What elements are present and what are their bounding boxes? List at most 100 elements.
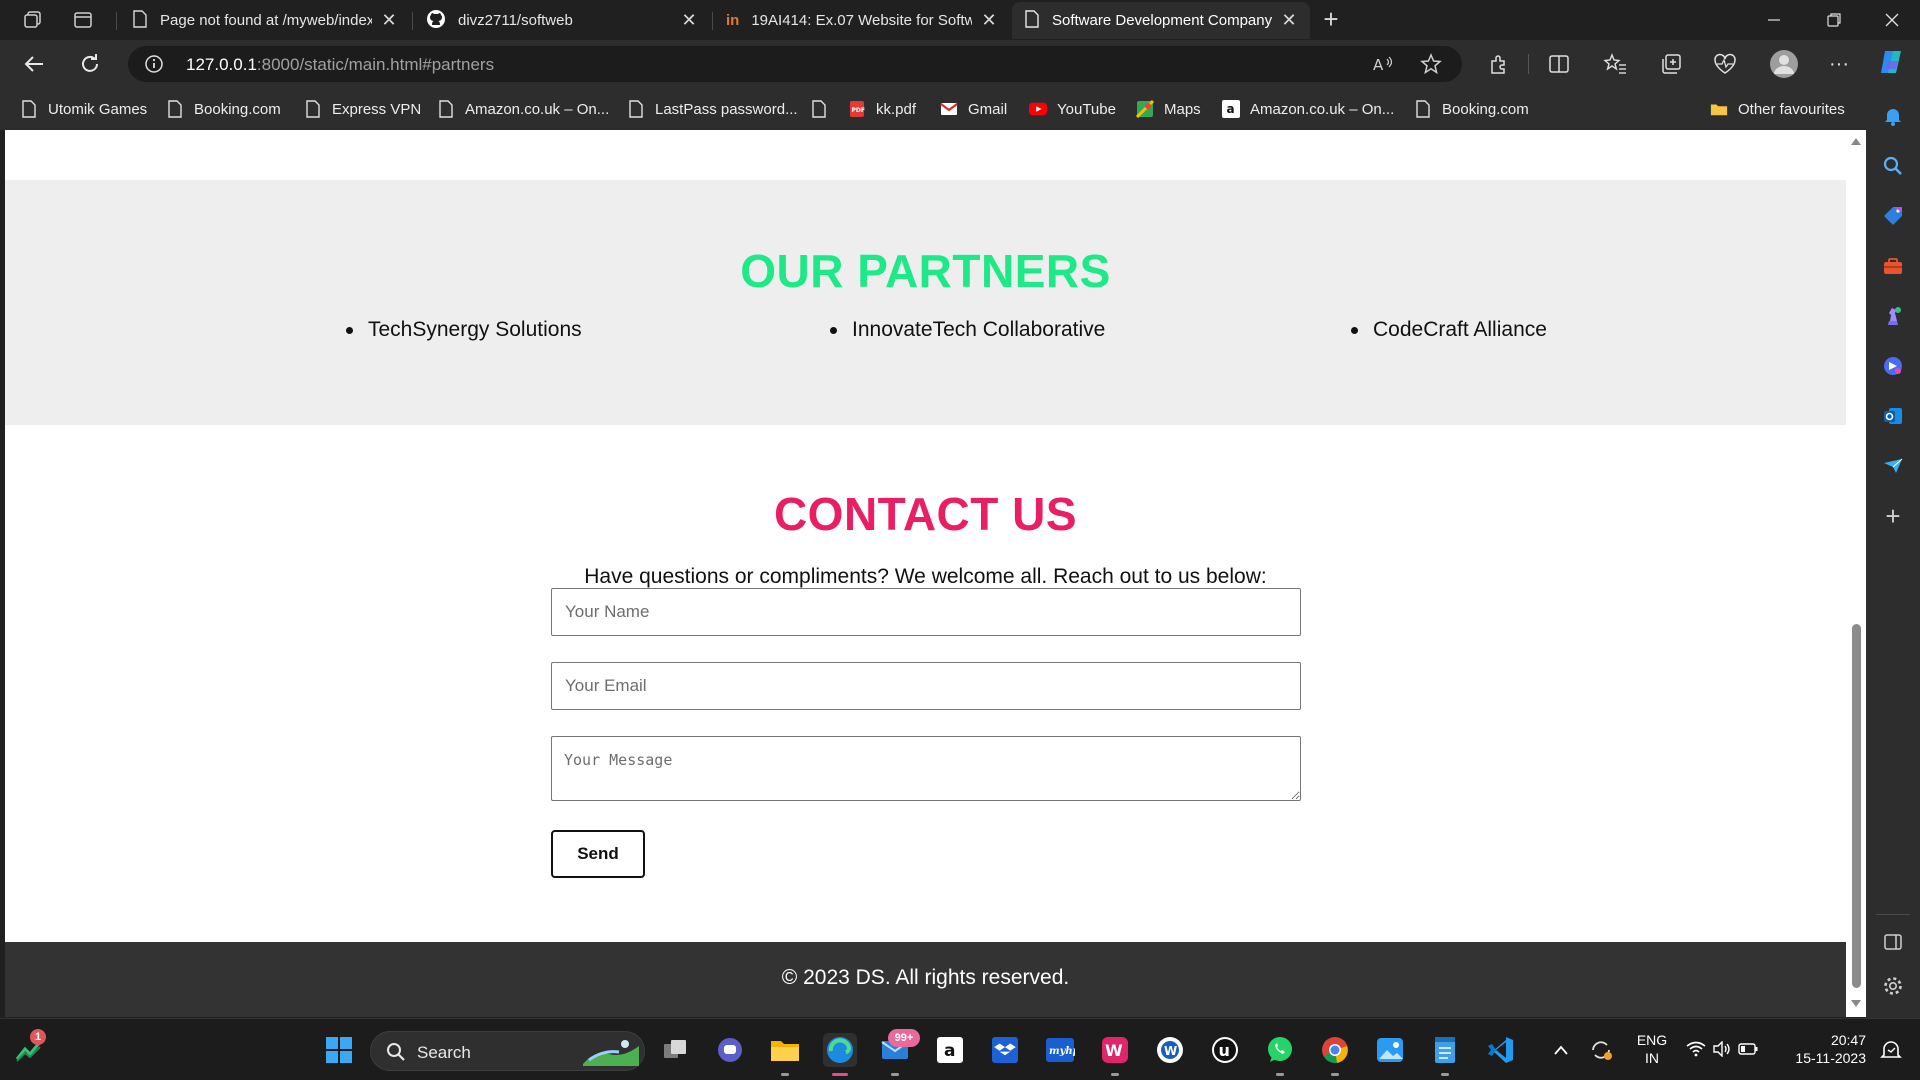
notepad-icon[interactable] [1428, 1033, 1462, 1067]
copilot-icon[interactable] [1876, 48, 1906, 76]
other-favourites-folder[interactable]: Other favourites [1710, 98, 1845, 120]
clock[interactable]: 20:47 15-11-2023 [1782, 1031, 1866, 1067]
chrome-icon[interactable] [1318, 1033, 1352, 1067]
whatsapp-icon[interactable] [1263, 1033, 1297, 1067]
page-scrollbar[interactable] [1846, 130, 1866, 1017]
svg-text:myhp: myhp [1049, 1046, 1075, 1057]
send-to-phone-icon[interactable] [1879, 452, 1907, 480]
search-icon[interactable] [1879, 152, 1907, 180]
tab-19ai414[interactable]: in 19AI414: Ex.07 Website for Softw ✕ [714, 2, 1010, 39]
bookmarks-bar: Utomik Games Booking.com Express VPN Ama… [0, 88, 1866, 130]
new-tab-button[interactable]: + [1316, 6, 1346, 34]
notification-center-icon[interactable] [1874, 1033, 1908, 1067]
bookmark-amazon-2[interactable]: a Amazon.co.uk – On... [1222, 98, 1394, 120]
minimize-button[interactable] [1746, 0, 1802, 40]
running-indicator [1441, 1073, 1449, 1076]
svg-text:u: u [1219, 1041, 1230, 1060]
photos-icon[interactable] [1373, 1033, 1407, 1067]
restore-button[interactable] [1806, 0, 1862, 40]
start-windows-icon[interactable] [322, 1033, 356, 1067]
split-screen-icon[interactable] [1544, 50, 1574, 78]
tab-actions-icon[interactable] [66, 6, 100, 34]
url-text[interactable]: 127.0.0.1:8000/static/main.html#partners [186, 55, 494, 75]
games-chess-icon[interactable] [1879, 302, 1907, 330]
region-code: IN [1645, 1050, 1659, 1066]
bookmark-lastpass[interactable]: LastPass password... [627, 98, 798, 120]
word-like-app-icon[interactable]: W [1153, 1033, 1187, 1067]
language-code: ENG [1636, 1032, 1668, 1048]
back-button[interactable] [16, 48, 52, 80]
unreal-engine-icon[interactable]: u [1208, 1033, 1242, 1067]
collections-icon[interactable] [1656, 50, 1686, 78]
navigation-bar: 127.0.0.1:8000/static/main.html#partners… [0, 40, 1920, 88]
shopping-tag-icon[interactable] [1879, 202, 1907, 230]
file-explorer-icon[interactable] [768, 1033, 802, 1067]
profile-avatar[interactable] [1768, 48, 1800, 80]
bookmark-untitled[interactable] [810, 98, 838, 120]
vscode-icon[interactable] [1483, 1033, 1517, 1067]
bookmark-utomik-games[interactable]: Utomik Games [20, 98, 147, 120]
name-field[interactable] [551, 588, 1301, 636]
address-bar[interactable]: 127.0.0.1:8000/static/main.html#partners… [128, 46, 1462, 82]
hide-sidebar-icon[interactable] [1879, 928, 1907, 956]
extensions-icon[interactable] [1484, 50, 1514, 78]
dropbox-icon[interactable] [988, 1033, 1022, 1067]
language-indicator[interactable]: ENG IN [1630, 1031, 1674, 1067]
bookmark-kk-pdf[interactable]: PDF kk.pdf [848, 98, 916, 120]
amazon-app-icon[interactable]: a [933, 1033, 967, 1067]
taskbar-search[interactable]: Search [370, 1031, 645, 1071]
task-view-icon[interactable] [658, 1033, 692, 1067]
bookmark-gmail[interactable]: Gmail [940, 98, 1007, 120]
close-icon[interactable]: ✕ [380, 10, 398, 31]
sync-status-icon[interactable] [1584, 1033, 1618, 1067]
tools-briefcase-icon[interactable] [1879, 252, 1907, 280]
wifi-icon [1686, 1041, 1706, 1060]
more-options-icon[interactable]: ··· [1824, 50, 1854, 78]
close-window-button[interactable] [1864, 0, 1920, 40]
bookmark-maps[interactable]: Maps [1136, 98, 1201, 120]
send-button[interactable]: Send [551, 830, 645, 878]
myhp-icon[interactable]: myhp [1043, 1033, 1077, 1067]
bookmark-express-vpn[interactable]: Express VPN [304, 98, 421, 120]
bookmark-youtube[interactable]: YouTube [1029, 98, 1116, 120]
outlook-icon[interactable] [1879, 402, 1907, 430]
teams-chat-icon[interactable] [713, 1033, 747, 1067]
scroll-up-arrow[interactable] [1851, 138, 1861, 145]
bookmark-amazon[interactable]: Amazon.co.uk – On... [437, 98, 609, 120]
windows-taskbar: 1 Search 99+ a myhp W W [0, 1018, 1920, 1080]
bookmark-label: Booking.com [194, 100, 281, 118]
add-sidebar-app-icon[interactable]: + [1879, 501, 1907, 531]
close-icon[interactable]: ✕ [1280, 10, 1298, 31]
favorite-star-icon[interactable] [1418, 52, 1444, 76]
bookmark-booking[interactable]: Booking.com [166, 98, 281, 120]
show-hidden-icons-chevron-icon[interactable] [1544, 1033, 1578, 1067]
tab-page-not-found[interactable]: Page not found at /myweb/index ✕ [120, 2, 410, 39]
running-indicator [1111, 1073, 1119, 1076]
read-aloud-icon[interactable]: A [1370, 52, 1396, 76]
close-icon[interactable]: ✕ [980, 10, 998, 31]
sidebar-settings-gear-icon[interactable] [1879, 972, 1907, 1000]
message-field[interactable] [551, 736, 1301, 801]
tab-github[interactable]: divz2711/softweb ✕ [414, 2, 710, 39]
partners-heading: OUR PARTNERS [740, 245, 1111, 297]
wps-office-icon[interactable]: W [1098, 1033, 1132, 1067]
edge-taskbar-icon[interactable] [823, 1033, 857, 1067]
network-volume-battery-group[interactable] [1680, 1033, 1764, 1067]
bookmark-label: Booking.com [1442, 100, 1529, 118]
favorites-icon[interactable] [1600, 50, 1630, 78]
close-icon[interactable]: ✕ [680, 10, 698, 31]
tab-software-development-company[interactable]: Software Development Company ✕ [1012, 2, 1310, 39]
copilot-sidebar-icon[interactable] [1879, 352, 1907, 380]
document-icon [20, 100, 38, 118]
workspaces-icon[interactable] [16, 6, 50, 34]
bookmark-booking-2[interactable]: Booking.com [1414, 98, 1529, 120]
edge-sidebar: + [1866, 88, 1920, 1018]
maps-icon [1136, 100, 1154, 118]
scroll-thumb[interactable] [1852, 624, 1861, 988]
site-info-icon[interactable] [144, 54, 164, 79]
browser-essentials-icon[interactable] [1710, 50, 1740, 78]
scroll-down-arrow[interactable] [1851, 1000, 1861, 1007]
notifications-bell-icon[interactable] [1879, 102, 1907, 130]
email-field[interactable] [551, 662, 1301, 710]
refresh-button[interactable] [72, 48, 108, 80]
